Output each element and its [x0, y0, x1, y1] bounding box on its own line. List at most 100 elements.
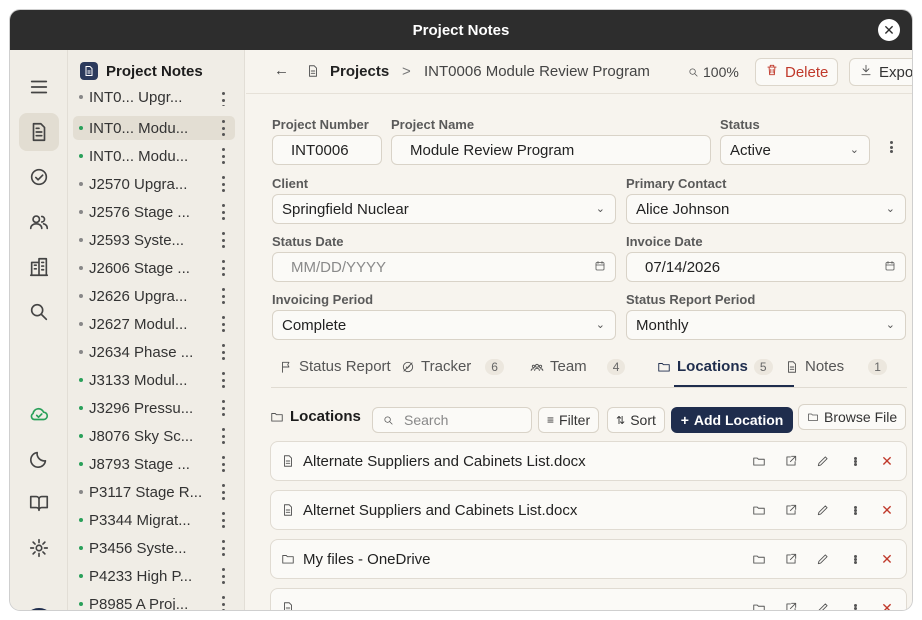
sidebar-project-item[interactable]: P8985 A Proj... [73, 592, 235, 610]
more-icon[interactable] [221, 372, 225, 388]
open-folder-icon[interactable] [752, 601, 766, 610]
external-link-icon[interactable] [784, 552, 798, 566]
sidebar-project-item[interactable]: J8793 Stage ... [73, 452, 235, 476]
sidebar-project-item[interactable]: P4233 High P... [73, 564, 235, 588]
users-icon[interactable] [19, 203, 59, 241]
more-icon[interactable] [221, 92, 225, 106]
remove-icon[interactable]: ✕ [880, 551, 894, 567]
status-date-field[interactable]: MM/DD/YYYY [272, 252, 616, 282]
sidebar-project-item[interactable]: J2626 Upgra... [73, 284, 235, 308]
close-icon[interactable]: ✕ [878, 19, 900, 41]
status-select[interactable]: Active ⌄ [720, 135, 870, 165]
status-report-period-select[interactable]: Monthly ⌄ [626, 310, 906, 340]
delete-button[interactable]: Delete [755, 58, 839, 86]
project-name-field[interactable]: Module Review Program [391, 135, 711, 165]
open-folder-icon[interactable] [752, 503, 766, 517]
calendar-icon[interactable] [594, 260, 606, 272]
browse-file-button[interactable]: Browse File [798, 404, 907, 430]
export-button[interactable]: Export [849, 58, 912, 86]
location-row[interactable]: My files - OneDrive ✕ [270, 539, 907, 579]
check-circle-icon[interactable] [19, 158, 59, 196]
external-link-icon[interactable] [784, 601, 798, 610]
tab-locations[interactable]: Locations 5 [657, 358, 773, 375]
back-button[interactable]: ← [274, 62, 289, 79]
more-icon[interactable] [221, 512, 225, 528]
location-row[interactable]: Alternate Suppliers and Cabinets List.do… [270, 441, 907, 481]
search-icon[interactable] [19, 293, 59, 331]
form-more-icon[interactable] [890, 141, 893, 153]
sidebar-project-item[interactable]: J2634 Phase ... [73, 340, 235, 364]
invoice-date-field[interactable]: 07/14/2026 [626, 252, 906, 282]
more-icon[interactable] [848, 503, 862, 517]
sidebar-project-item[interactable]: J3296 Pressu... [73, 396, 235, 420]
more-icon[interactable] [221, 400, 225, 416]
sidebar-project-item[interactable]: J3133 Modul... [73, 368, 235, 392]
more-icon[interactable] [848, 454, 862, 468]
more-icon[interactable] [221, 120, 225, 136]
filter-button[interactable]: ≡ Filter [538, 407, 600, 433]
more-icon[interactable] [221, 344, 225, 360]
sort-button[interactable]: ⇅ Sort [607, 407, 665, 433]
open-folder-icon[interactable] [752, 552, 766, 566]
location-search-input[interactable]: Search [372, 407, 532, 433]
sidebar-project-item[interactable]: J2606 Stage ... [73, 256, 235, 280]
more-icon[interactable] [221, 456, 225, 472]
more-icon[interactable] [221, 176, 225, 192]
edit-icon[interactable] [816, 601, 830, 610]
more-icon[interactable] [221, 596, 225, 610]
sidebar-project-item[interactable]: INT0... Upgr... [73, 88, 235, 106]
more-icon[interactable] [221, 148, 225, 164]
sidebar-project-item[interactable]: P3117 Stage R... [73, 480, 235, 504]
breadcrumb-projects[interactable]: Projects [330, 63, 389, 80]
tab-status-report[interactable]: Status Report [279, 358, 391, 375]
cloud-check-icon[interactable] [19, 395, 59, 433]
tab-tracker[interactable]: Tracker 6 [401, 358, 504, 375]
external-link-icon[interactable] [784, 454, 798, 468]
more-icon[interactable] [221, 288, 225, 304]
sidebar-project-item[interactable]: J2627 Modul... [73, 312, 235, 336]
edit-icon[interactable] [816, 503, 830, 517]
open-folder-icon[interactable] [752, 454, 766, 468]
book-icon[interactable] [19, 484, 59, 522]
remove-icon[interactable]: ✕ [880, 502, 894, 518]
more-icon[interactable] [221, 540, 225, 556]
more-icon[interactable] [221, 316, 225, 332]
zoom-indicator[interactable]: 100% [688, 64, 739, 80]
menu-icon[interactable] [19, 68, 59, 106]
moon-icon[interactable] [19, 440, 59, 478]
sidebar-project-item[interactable]: INT0... Modu... [73, 144, 235, 168]
more-icon[interactable] [848, 601, 862, 610]
tab-team[interactable]: Team 4 [530, 358, 626, 375]
external-link-icon[interactable] [784, 503, 798, 517]
sidebar-project-item[interactable]: INT0... Modu... [73, 116, 235, 140]
calendar-icon[interactable] [884, 260, 896, 272]
remove-icon[interactable]: ✕ [880, 453, 894, 469]
project-number-field[interactable]: INT0006 [272, 135, 382, 165]
sidebar-project-item[interactable]: J2576 Stage ... [73, 200, 235, 224]
document-icon[interactable] [19, 113, 59, 151]
sidebar-project-item[interactable]: J2593 Syste... [73, 228, 235, 252]
gear-icon[interactable] [19, 529, 59, 567]
primary-contact-select[interactable]: Alice Johnson ⌄ [626, 194, 906, 224]
remove-icon[interactable]: ✕ [880, 600, 894, 611]
more-icon[interactable] [221, 232, 225, 248]
client-select[interactable]: Springfield Nuclear ⌄ [272, 194, 616, 224]
avatar[interactable]: TH [23, 608, 55, 610]
sidebar-project-item[interactable]: P3456 Syste... [73, 536, 235, 560]
invoicing-period-select[interactable]: Complete ⌄ [272, 310, 616, 340]
more-icon[interactable] [848, 552, 862, 566]
more-icon[interactable] [221, 428, 225, 444]
sidebar-project-item[interactable]: J2570 Upgra... [73, 172, 235, 196]
tab-notes[interactable]: Notes 1 [785, 358, 887, 375]
buildings-icon[interactable] [19, 248, 59, 286]
more-icon[interactable] [221, 204, 225, 220]
edit-icon[interactable] [816, 454, 830, 468]
location-row[interactable]: Alternet Suppliers and Cabinets List.doc… [270, 490, 907, 530]
edit-icon[interactable] [816, 552, 830, 566]
sidebar-project-item[interactable]: P3344 Migrat... [73, 508, 235, 532]
location-row[interactable]: ✕ [270, 588, 907, 610]
sidebar-project-item[interactable]: J8076 Sky Sc... [73, 424, 235, 448]
more-icon[interactable] [221, 484, 225, 500]
add-location-button[interactable]: + Add Location [671, 407, 793, 433]
more-icon[interactable] [221, 260, 225, 276]
